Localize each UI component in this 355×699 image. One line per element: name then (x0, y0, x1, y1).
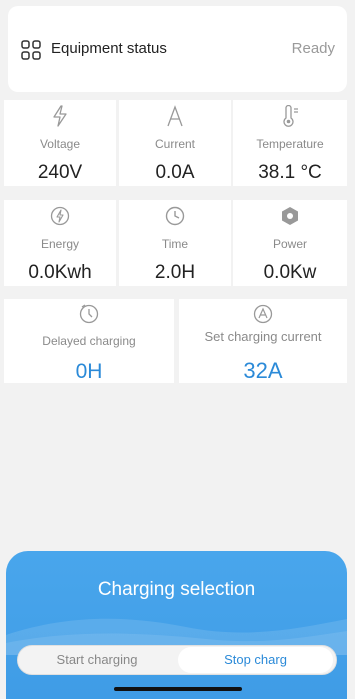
bolt-icon (53, 105, 67, 127)
energy-value: 0.0Kwh (28, 262, 92, 283)
current-card: Current 0.0A (119, 100, 231, 186)
energy-card: Energy 0.0Kwh (4, 200, 116, 286)
power-value: 0.0Kw (263, 262, 317, 283)
delayed-charging-label: Delayed charging (42, 334, 136, 348)
current-setting-icon (253, 304, 273, 324)
power-label: Power (272, 237, 307, 251)
set-charging-current-label: Set charging current (204, 329, 322, 344)
time-card: Time 2.0H (119, 200, 231, 286)
temperature-label: Temperature (256, 137, 324, 151)
thermometer-icon (283, 105, 298, 127)
home-indicator (114, 687, 242, 691)
current-label: Current (154, 137, 195, 151)
grid-icon (21, 40, 41, 60)
clock-icon (165, 206, 185, 226)
charging-selection-title: Charging selection (97, 579, 256, 600)
charging-selection-panel: Charging selection (6, 551, 347, 699)
voltage-label: Voltage (39, 137, 81, 151)
voltage-value: 240V (37, 162, 83, 183)
time-label: Time (161, 237, 189, 251)
energy-label: Energy (40, 237, 80, 251)
stop-charging-button[interactable]: Stop charg (178, 647, 333, 673)
energy-icon (50, 206, 70, 226)
temperature-value: 38.1 °C (258, 162, 322, 183)
equipment-status-card: Equipment status Ready (8, 6, 347, 92)
delayed-charging-value: 0H (75, 360, 103, 383)
power-card: Power 0.0Kw (233, 200, 347, 286)
set-charging-current-value: 32A (243, 358, 283, 383)
voltage-card: Voltage 240V (4, 100, 116, 186)
current-value: 0.0A (155, 162, 195, 183)
temperature-card: Temperature 38.1 °C (233, 100, 347, 186)
equipment-status-value: Ready (291, 40, 335, 57)
charging-mode-toggle[interactable]: Start charging Stop charg (17, 645, 337, 675)
delayed-charging-card[interactable]: Delayed charging 0H (4, 299, 174, 383)
current-a-icon (167, 105, 183, 127)
start-charging-button[interactable]: Start charging (18, 646, 176, 674)
timer-icon (79, 304, 99, 324)
time-value: 2.0H (154, 262, 196, 283)
equipment-status-label: Equipment status (51, 40, 167, 57)
power-hex-icon (282, 207, 298, 225)
set-charging-current-card[interactable]: Set charging current 32A (179, 299, 347, 383)
